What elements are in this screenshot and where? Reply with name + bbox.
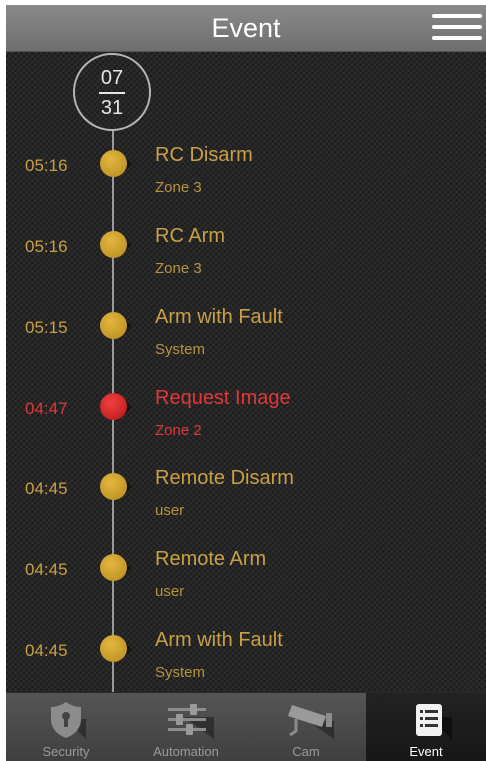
event-dot-icon — [100, 231, 127, 258]
tab-label: Cam — [292, 744, 320, 759]
tab-label: Event — [409, 744, 443, 759]
event-item[interactable]: 04:45 Remote Disarm user — [6, 467, 486, 554]
event-title: Arm with Fault — [155, 629, 283, 651]
security-camera-icon — [288, 705, 334, 739]
event-dot-icon — [100, 554, 127, 581]
event-dot-icon — [100, 150, 127, 177]
event-title: Remote Arm — [155, 548, 267, 570]
event-item[interactable]: 05:15 Arm with Fault System — [6, 306, 486, 393]
menu-icon[interactable] — [432, 14, 482, 42]
page-title: Event — [211, 13, 281, 43]
event-list-icon — [416, 704, 452, 739]
date-divider — [99, 92, 125, 94]
event-title: Arm with Fault — [155, 306, 283, 328]
event-time: 05:16 — [25, 237, 68, 256]
event-title: Remote Disarm — [155, 467, 294, 489]
shield-keyhole-icon — [51, 702, 86, 739]
event-time: 04:45 — [25, 641, 68, 660]
tab-label: Security — [42, 744, 90, 759]
event-source: Zone 3 — [155, 179, 202, 196]
date-badge: 07 31 — [73, 53, 151, 131]
event-time: 04:47 — [25, 399, 68, 418]
event-time: 05:15 — [25, 318, 68, 337]
event-dot-icon — [100, 635, 127, 662]
event-source: Zone 3 — [155, 260, 202, 277]
event-source: user — [155, 502, 185, 519]
event-time: 05:16 — [25, 156, 68, 175]
header-bar: Event — [6, 5, 486, 52]
bottom-tab-bar: Security Automation Cam Event — [6, 692, 486, 761]
alert-dot-icon — [100, 393, 127, 420]
event-title: RC Disarm — [155, 144, 253, 166]
event-title: Request Image — [155, 387, 291, 409]
sliders-icon — [168, 704, 214, 739]
event-item[interactable]: 05:16 RC Disarm Zone 3 — [6, 144, 486, 231]
event-source: System — [155, 341, 206, 358]
event-screen: Event 07 31 05:16 RC Disarm Zone 3 05:16… — [6, 5, 486, 761]
tab-label: Automation — [153, 744, 219, 759]
tab-security[interactable]: Security — [6, 693, 126, 761]
event-time: 04:45 — [25, 479, 68, 498]
date-day: 31 — [100, 97, 124, 119]
event-dot-icon — [100, 312, 127, 339]
event-source: Zone 2 — [155, 422, 202, 439]
event-time: 04:45 — [25, 560, 68, 579]
tab-cam[interactable]: Cam — [246, 693, 366, 761]
event-item[interactable]: 05:16 RC Arm Zone 3 — [6, 225, 486, 312]
event-item[interactable]: 04:45 Remote Arm user — [6, 548, 486, 635]
event-item-alert[interactable]: 04:47 Request Image Zone 2 — [6, 387, 486, 474]
event-source: user — [155, 583, 185, 600]
event-title: RC Arm — [155, 225, 225, 247]
tab-automation[interactable]: Automation — [126, 693, 246, 761]
event-source: System — [155, 664, 206, 681]
date-month: 07 — [100, 67, 124, 89]
tab-event[interactable]: Event — [366, 693, 486, 761]
event-dot-icon — [100, 473, 127, 500]
